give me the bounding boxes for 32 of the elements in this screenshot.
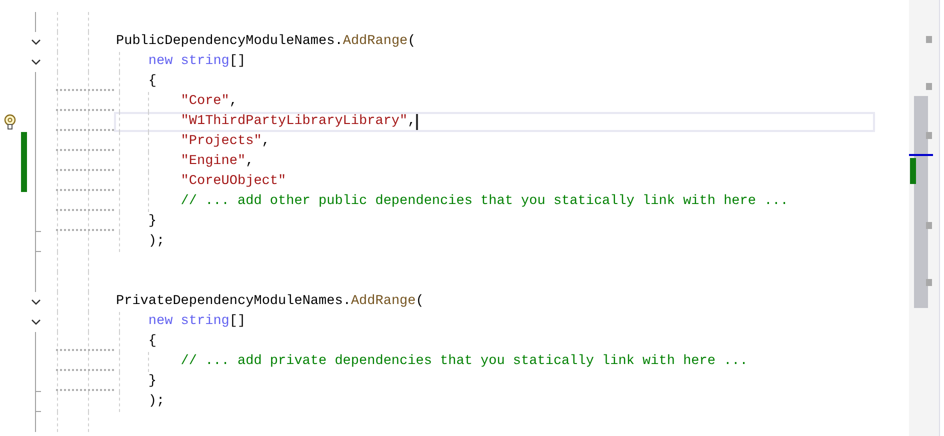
scrollbar[interactable] [909,0,940,436]
scrollbar-thumb[interactable] [914,96,928,308]
code-line: } [148,373,156,391]
code-line: PrivateDependencyModuleNames.AddRange( [116,293,424,311]
code-line: // ... add private dependencies that you statically link with here ... [180,353,748,371]
code-line: "Engine", [180,153,254,171]
collapse-icon[interactable] [31,39,41,45]
code-line: "Core", [180,93,238,111]
code-line: new string[] [148,53,246,71]
code-line: { [148,73,156,91]
code-line: "CoreUObject" [180,173,286,191]
code-line: ); [148,393,165,411]
code-line: new string[] [148,313,246,331]
code-line: ); [148,233,165,251]
change-marker [910,158,916,184]
collapse-icon[interactable] [31,59,41,65]
code-line: { [148,333,156,351]
scrollbar-mark [926,222,932,229]
code-line: // ... add other public dependencies that you statically link with here ... [180,193,788,211]
text-cursor [416,114,418,130]
scrollbar-mark [926,83,932,90]
code-line: PublicDependencyModuleNames.AddRange( [116,33,416,51]
scrollbar-mark [926,132,932,139]
collapse-icon[interactable] [31,319,41,325]
caret-position-marker [909,154,933,156]
lightbulb-icon[interactable] [4,114,16,130]
code-line: "W1ThirdPartyLibraryLibrary", [180,113,416,131]
scrollbar-mark [926,36,932,43]
code-line: "Projects", [180,133,270,151]
scrollbar-mark [926,279,932,286]
code-line: } [148,213,156,231]
collapse-icon[interactable] [31,299,41,305]
